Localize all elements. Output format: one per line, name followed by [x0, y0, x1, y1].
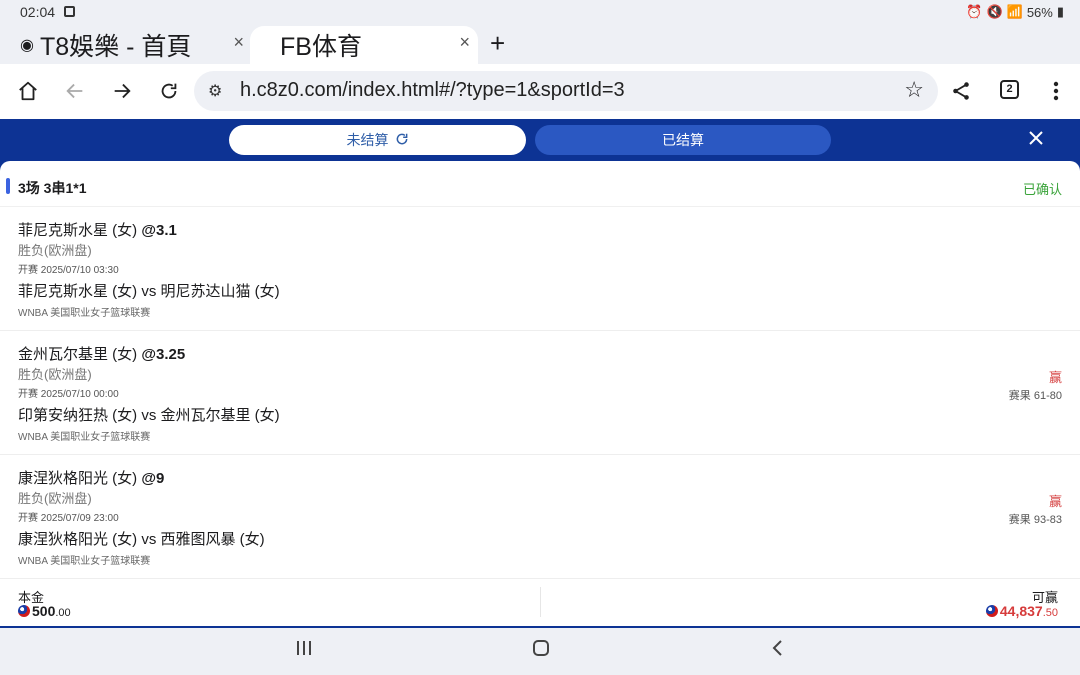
new-tab-button[interactable]: + [490, 28, 505, 59]
tab-title: FB体育 [280, 33, 362, 61]
bet-selection: 菲尼克斯水星 (女) @3.1 [18, 219, 177, 240]
notification-icon [64, 6, 75, 17]
close-tab-icon[interactable]: × [233, 32, 244, 53]
bet-market: 胜负(欧洲盘) [18, 491, 92, 506]
more-menu-icon[interactable] [1041, 76, 1071, 106]
status-time: 02:04 [20, 4, 56, 20]
bet-result: 赢 [1048, 370, 1062, 385]
bet-market: 胜负(欧洲盘) [18, 243, 92, 258]
selection-name: 康涅狄格阳光 (女) [18, 470, 138, 487]
bet-leg: 菲尼克斯水星 (女) @3.1 胜负(欧洲盘) 开赛 2025/07/10 03… [0, 207, 1080, 331]
wifi-icon: 📶 [1006, 4, 1023, 19]
currency-flag-icon [985, 605, 998, 617]
bet-selection: 金州瓦尔基里 (女) @3.25 [18, 343, 185, 364]
match-score: 赛果 93-83 [1008, 514, 1062, 526]
tab-unsettled-label: 未结算 [346, 132, 389, 148]
home-icon[interactable] [13, 76, 43, 106]
league-name: WNBA 美国职业女子篮球联赛 [18, 556, 151, 567]
match-name: 康涅狄格阳光 (女) vs 西雅图风暴 (女) [18, 531, 265, 548]
kickoff-time: 开赛 2025/07/10 03:30 [18, 265, 119, 276]
kickoff-time: 开赛 2025/07/09 23:00 [18, 513, 119, 524]
back-icon[interactable] [60, 76, 90, 106]
back-button-icon[interactable] [768, 638, 788, 664]
stake-amount: 500.00 [18, 603, 71, 619]
selection-name: 菲尼克斯水星 (女) [18, 222, 138, 239]
close-icon[interactable] [1026, 128, 1046, 154]
bookmark-star-icon[interactable]: ☆ [904, 77, 924, 103]
stake-decimal: .00 [55, 607, 71, 619]
home-button-icon[interactable] [531, 638, 551, 664]
browser-tab-strip: ◉ T8娛樂 - 首頁 × FB体育 × + [0, 24, 1080, 64]
tab-switcher-button[interactable]: 2 [1000, 80, 1019, 99]
address-bar[interactable]: ⚙ h.c8z0.com/index.html#/?type=1&sportId… [194, 71, 938, 111]
battery-icon: ▮ [1056, 4, 1064, 19]
site-settings-icon[interactable]: ⚙ [208, 81, 222, 101]
selection-odds: @3.1 [141, 222, 177, 239]
bet-result: 赢 [1048, 494, 1062, 509]
currency-flag-icon [18, 605, 30, 617]
globe-icon: ◉ [20, 37, 34, 54]
refresh-icon[interactable] [395, 132, 409, 149]
tab-title: T8娛樂 - 首頁 [39, 33, 192, 61]
ticket-totals: 本金 500.00 可赢 44,837.50 [0, 579, 1080, 627]
accent-bar [6, 178, 10, 194]
tab-settled-label: 已结算 [662, 132, 704, 148]
ticket-header: 3场 3串1*1 已确认 [0, 161, 1080, 207]
bet-selection: 康涅狄格阳光 (女) @9 [18, 467, 164, 488]
stake-integer: 500 [32, 603, 56, 619]
status-icons: ⏰ 🔇 📶 56% ▮ [966, 4, 1064, 20]
ticket-title: 3场 3串1*1 [18, 180, 87, 196]
payout-amount: 44,837.50 [985, 603, 1058, 619]
payout-integer: 44,837 [999, 603, 1043, 619]
league-name: WNBA 美国职业女子篮球联赛 [18, 432, 151, 443]
selection-name: 金州瓦尔基里 (女) [18, 346, 138, 363]
alarm-icon: ⏰ [966, 4, 983, 19]
selection-odds: @3.25 [141, 346, 186, 363]
bet-leg: 金州瓦尔基里 (女) @3.25 胜负(欧洲盘) 开赛 2025/07/10 0… [0, 331, 1080, 455]
tab-unsettled[interactable]: 未结算 [229, 125, 526, 155]
match-name: 印第安纳狂热 (女) vs 金州瓦尔基里 (女) [18, 407, 280, 424]
reload-icon[interactable] [154, 76, 184, 106]
bet-leg: 康涅狄格阳光 (女) @9 胜负(欧洲盘) 开赛 2025/07/09 23:0… [0, 455, 1080, 579]
ticket-status: 已确认 [1022, 182, 1062, 197]
close-tab-icon[interactable]: × [459, 32, 470, 53]
tab-settled[interactable]: 已结算 [535, 125, 831, 155]
tab-fb-sports[interactable]: FB体育 × [250, 26, 478, 64]
league-name: WNBA 美国职业女子篮球联赛 [18, 308, 151, 319]
share-icon[interactable] [946, 76, 976, 106]
bet-market: 胜负(欧洲盘) [18, 367, 92, 382]
payout-decimal: .50 [1042, 607, 1058, 619]
battery-level: 56% [1026, 4, 1053, 20]
kickoff-time: 开赛 2025/07/10 00:00 [18, 389, 119, 400]
tab-t8[interactable]: ◉ T8娛樂 - 首頁 × [20, 26, 250, 64]
selection-odds: @9 [141, 470, 165, 487]
mute-icon: 🔇 [986, 4, 1003, 19]
match-name: 菲尼克斯水星 (女) vs 明尼苏达山猫 (女) [18, 283, 280, 300]
system-nav-bar [0, 628, 1080, 675]
browser-toolbar: ⚙ h.c8z0.com/index.html#/?type=1&sportId… [0, 64, 1080, 119]
forward-icon[interactable] [107, 76, 137, 106]
match-score: 赛果 61-80 [1008, 390, 1062, 402]
status-bar: 02:04 ⏰ 🔇 📶 56% ▮ [0, 0, 1080, 24]
divider [540, 587, 541, 617]
bet-ticket-card: 3场 3串1*1 已确认 菲尼克斯水星 (女) @3.1 胜负(欧洲盘) 开赛 … [0, 161, 1080, 627]
recent-apps-icon[interactable] [294, 638, 314, 664]
url-text[interactable]: h.c8z0.com/index.html#/?type=1&sportId=3 [240, 79, 625, 102]
